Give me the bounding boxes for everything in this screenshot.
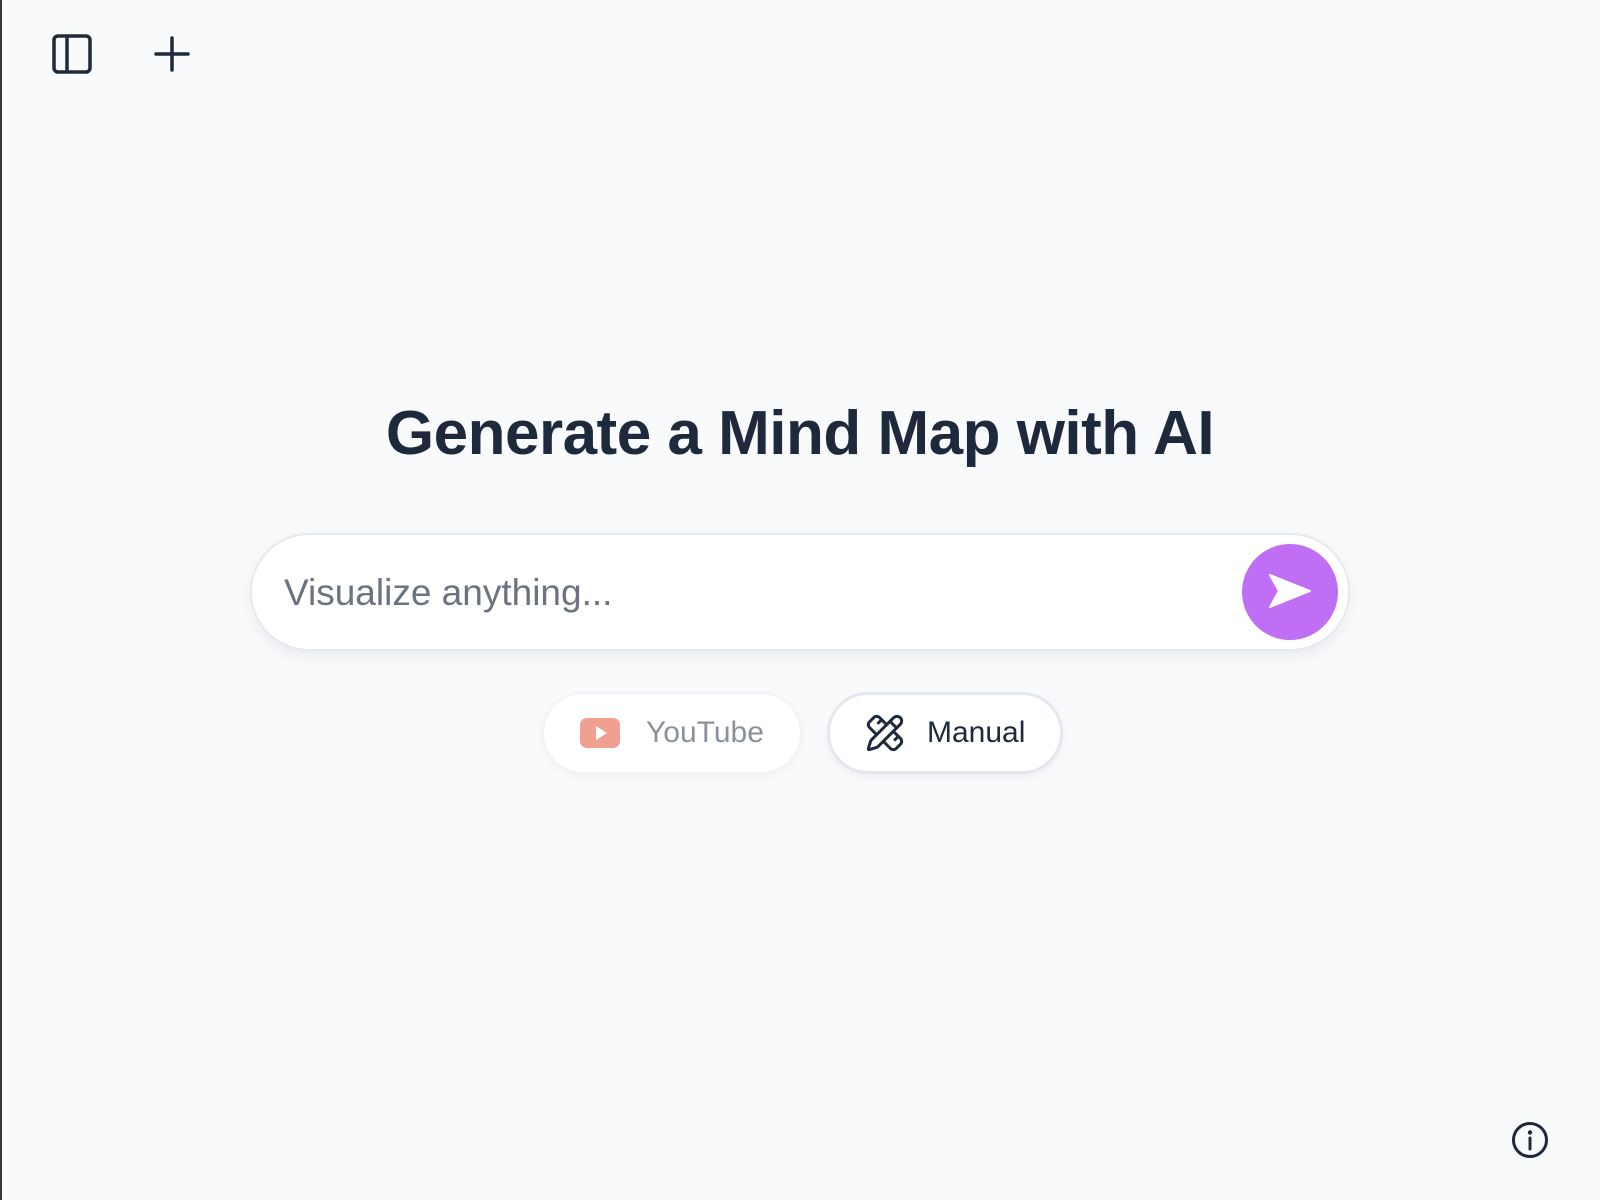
info-button[interactable] — [1508, 1120, 1552, 1164]
plus-icon — [152, 34, 192, 79]
sidebar-toggle-button[interactable] — [48, 32, 96, 80]
youtube-mode-label: YouTube — [646, 716, 764, 749]
info-icon — [1510, 1120, 1550, 1165]
window-edge — [0, 0, 2, 1200]
youtube-icon — [578, 711, 622, 755]
send-button[interactable] — [1242, 544, 1338, 640]
sidebar-panel-icon — [50, 32, 94, 81]
new-mindmap-button[interactable] — [148, 32, 196, 80]
pencil-ruler-icon — [863, 711, 907, 755]
youtube-mode-button[interactable]: YouTube — [542, 692, 802, 774]
prompt-input[interactable] — [282, 555, 1206, 631]
prompt-bar — [250, 533, 1350, 651]
page-title: Generate a Mind Map with AI — [385, 399, 1215, 468]
manual-mode-button[interactable]: Manual — [827, 692, 1063, 774]
manual-mode-label: Manual — [927, 716, 1026, 749]
send-arrow-icon — [1266, 571, 1314, 614]
